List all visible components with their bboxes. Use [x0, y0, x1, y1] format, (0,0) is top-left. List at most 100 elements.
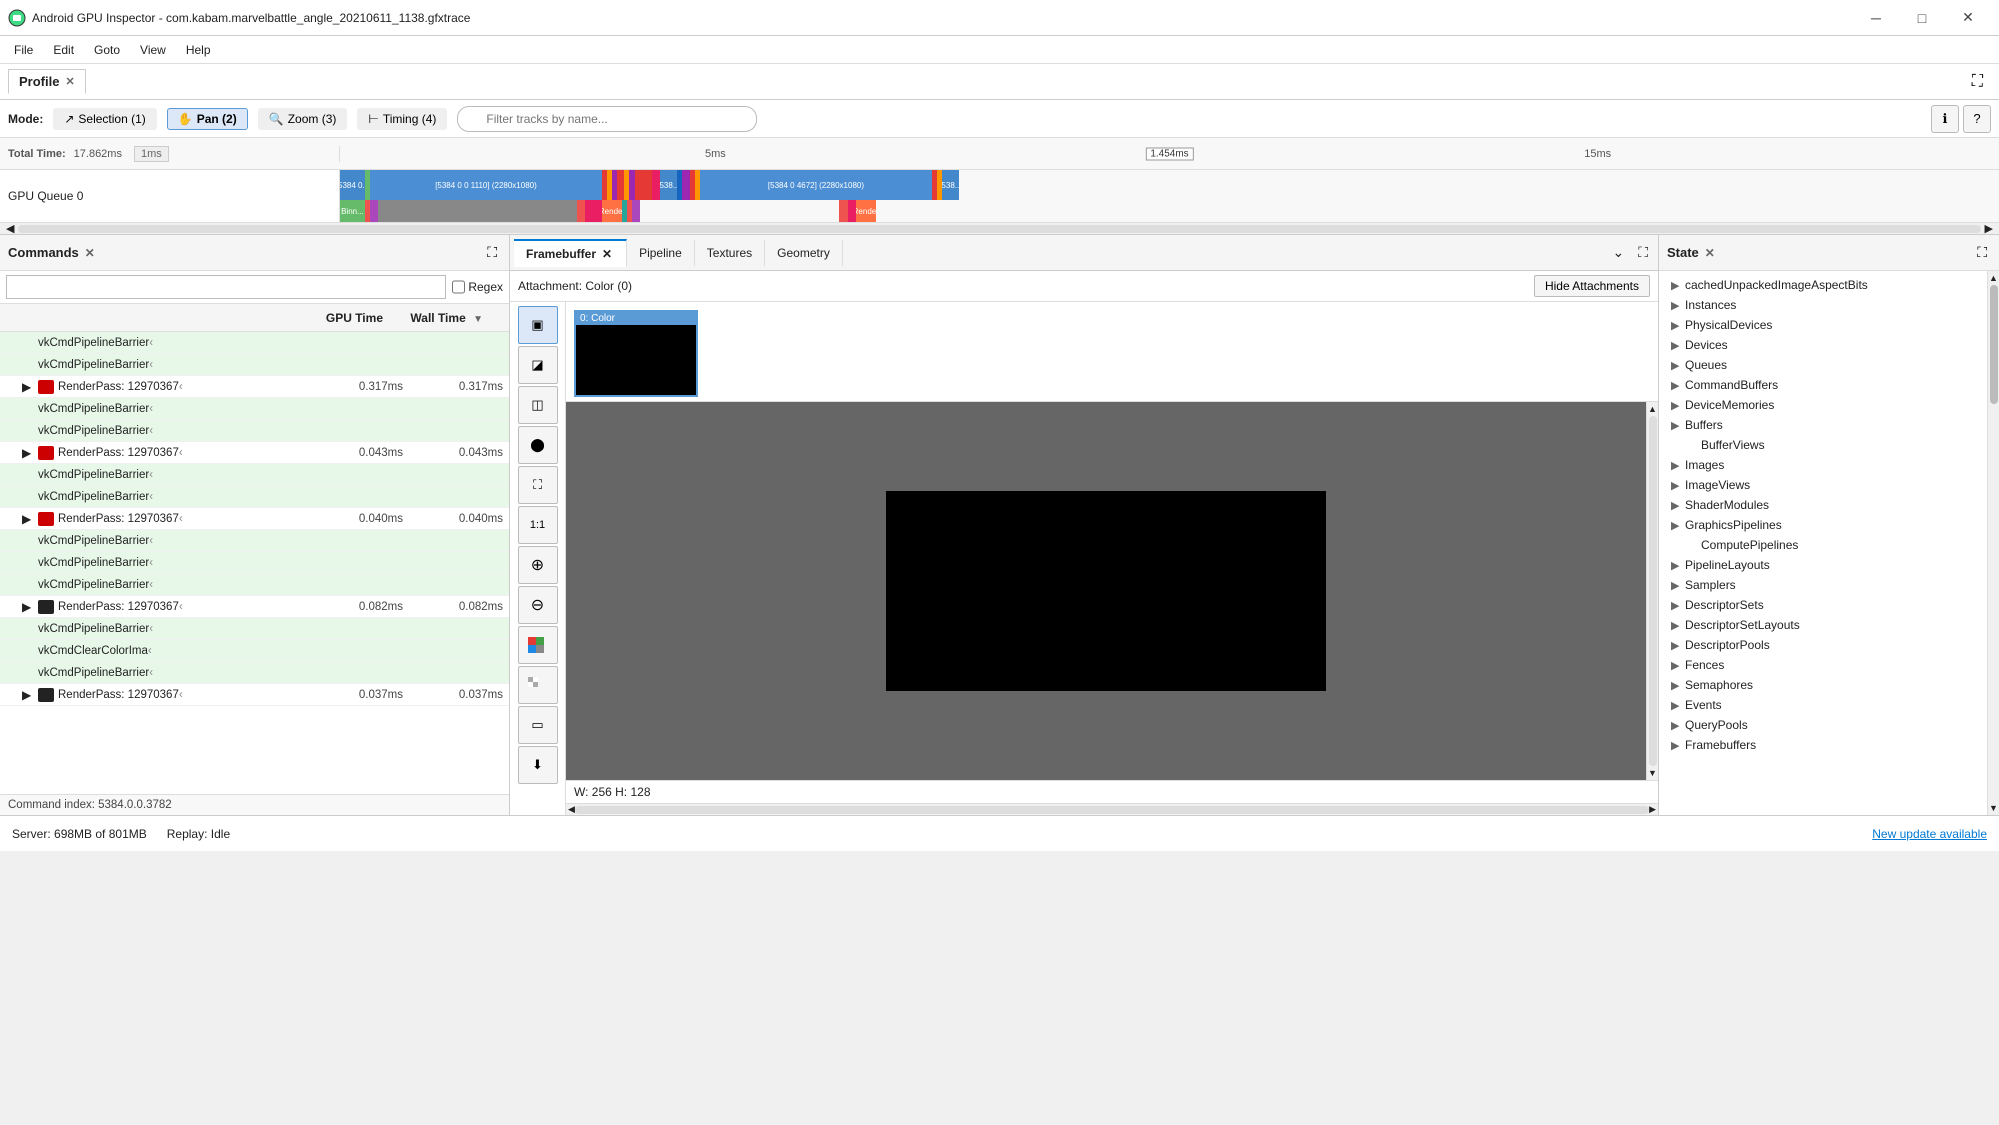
regex-checkbox[interactable]	[452, 275, 465, 299]
hide-attachments-button[interactable]: Hide Attachments	[1534, 275, 1650, 297]
state-item[interactable]: ▶ PhysicalDevices	[1659, 315, 1987, 335]
state-item[interactable]: ▶ DescriptorPools	[1659, 635, 1987, 655]
profile-expand-button[interactable]: ⛶	[1964, 69, 1991, 95]
framebuffer-tab-close[interactable]: ✕	[600, 247, 614, 261]
state-item[interactable]: ▶ CommandBuffers	[1659, 375, 1987, 395]
col-wall-header[interactable]: Wall Time ▼	[383, 311, 503, 325]
state-item[interactable]: ▶ DescriptorSets	[1659, 595, 1987, 615]
state-item[interactable]: ▶ Instances	[1659, 295, 1987, 315]
table-row[interactable]: vkCmdPipelineBarrier‹	[0, 552, 509, 574]
menu-file[interactable]: File	[4, 39, 43, 61]
state-item[interactable]: ▶ Queues	[1659, 355, 1987, 375]
fb-channel-button[interactable]	[518, 626, 558, 664]
fb-circle-button[interactable]: ⬤	[518, 426, 558, 464]
state-item[interactable]: ▶ Framebuffers	[1659, 735, 1987, 755]
state-scroll-down[interactable]: ▼	[1989, 803, 1998, 813]
state-item[interactable]: ▶ PipelineLayouts	[1659, 555, 1987, 575]
state-item[interactable]: ▶ cachedUnpackedImageAspectBits	[1659, 275, 1987, 295]
state-item[interactable]: ▶ DeviceMemories	[1659, 395, 1987, 415]
fb-scroll-up[interactable]: ▲	[1648, 404, 1657, 414]
help-button[interactable]: ?	[1963, 105, 1991, 133]
fb-crop-button[interactable]: ▭	[518, 706, 558, 744]
row-expand-arrow[interactable]: ▶	[22, 512, 38, 526]
pan-mode-button[interactable]: ✋ Pan (2)	[167, 108, 248, 130]
state-item[interactable]: ▶ Samplers	[1659, 575, 1987, 595]
table-row[interactable]: vkCmdPipelineBarrier‹	[0, 420, 509, 442]
color-thumbnail[interactable]: 0: Color	[574, 310, 698, 397]
state-item[interactable]: ComputePipelines	[1659, 535, 1987, 555]
state-scroll-thumb[interactable]	[1990, 285, 1998, 404]
fb-scroll-down[interactable]: ▼	[1648, 768, 1657, 778]
table-row[interactable]: vkCmdPipelineBarrier‹	[0, 398, 509, 420]
textures-tab[interactable]: Textures	[695, 240, 765, 266]
menu-edit[interactable]: Edit	[43, 39, 84, 61]
profile-tab-close[interactable]: ✕	[65, 75, 74, 88]
filter-tracks-input[interactable]	[457, 106, 757, 132]
table-row[interactable]: ▶ RenderPass: 12970367‹ 0.040ms 0.040ms	[0, 508, 509, 530]
close-button[interactable]: ✕	[1945, 0, 1991, 36]
geometry-tab[interactable]: Geometry	[765, 240, 843, 266]
table-row[interactable]: vkCmdPipelineBarrier‹	[0, 354, 509, 376]
state-scrollbar[interactable]: ▲ ▼	[1987, 271, 1999, 815]
state-expand-button[interactable]: ⛶	[1973, 242, 1991, 263]
state-item[interactable]: ▶ QueryPools	[1659, 715, 1987, 735]
pipeline-tab[interactable]: Pipeline	[627, 240, 695, 266]
state-item[interactable]: ▶ GraphicsPipelines	[1659, 515, 1987, 535]
fb-zoom-out-button[interactable]: ⊖	[518, 586, 558, 624]
fb-bottom-scrollbar[interactable]: ◀ ▶	[566, 803, 1658, 815]
table-row[interactable]: vkCmdPipelineBarrier‹	[0, 618, 509, 640]
timing-mode-button[interactable]: ⊢ Timing (4)	[357, 108, 447, 130]
state-item[interactable]: ▶ Events	[1659, 695, 1987, 715]
state-item[interactable]: ▶ Images	[1659, 455, 1987, 475]
info-button[interactable]: ℹ	[1931, 105, 1959, 133]
more-tabs-button[interactable]: ⌄	[1604, 244, 1632, 261]
table-row[interactable]: vkCmdPipelineBarrier‹	[0, 574, 509, 596]
timeline-scrollbar[interactable]: ◀ ▶	[0, 222, 1999, 234]
row-expand-arrow[interactable]: ▶	[22, 380, 38, 394]
commands-search-input[interactable]	[6, 275, 446, 299]
middle-panel-expand-button[interactable]: ⛶	[1632, 244, 1654, 261]
menu-goto[interactable]: Goto	[84, 39, 130, 61]
scroll-left-button[interactable]: ◀	[2, 222, 18, 235]
fb-h-scroll-track[interactable]	[575, 806, 1649, 814]
state-scroll-up[interactable]: ▲	[1989, 273, 1998, 283]
profile-tab[interactable]: Profile ✕	[8, 69, 86, 94]
fb-depth-button[interactable]: ◪	[518, 346, 558, 384]
state-item[interactable]: ▶ ShaderModules	[1659, 495, 1987, 515]
regex-checkbox-label[interactable]: Regex	[452, 275, 503, 299]
state-item[interactable]: ▶ Devices	[1659, 335, 1987, 355]
state-item[interactable]: ▶ Semaphores	[1659, 675, 1987, 695]
table-row[interactable]: vkCmdPipelineBarrier‹	[0, 486, 509, 508]
table-row[interactable]: ▶ RenderPass: 12970367‹ 0.317ms 0.317ms	[0, 376, 509, 398]
scroll-track[interactable]	[18, 225, 1980, 233]
commands-expand-button[interactable]: ⛶	[483, 242, 501, 263]
fb-download-button[interactable]: ⬇	[518, 746, 558, 784]
fb-right-scrollbar[interactable]: ▲ ▼	[1646, 402, 1658, 780]
fb-color-button[interactable]: ▣	[518, 306, 558, 344]
col-gpu-header[interactable]: GPU Time	[263, 311, 383, 325]
commands-close-button[interactable]: ✕	[85, 246, 95, 260]
table-row[interactable]: vkCmdPipelineBarrier‹	[0, 530, 509, 552]
menu-view[interactable]: View	[130, 39, 176, 61]
state-item[interactable]: ▶ Buffers	[1659, 415, 1987, 435]
menu-help[interactable]: Help	[176, 39, 221, 61]
table-row[interactable]: ▶ RenderPass: 12970367‹ 0.043ms 0.043ms	[0, 442, 509, 464]
fb-stencil-button[interactable]: ◫	[518, 386, 558, 424]
table-row[interactable]: vkCmdPipelineBarrier‹	[0, 662, 509, 684]
fb-scroll-thumb[interactable]	[1649, 416, 1657, 766]
row-expand-arrow[interactable]: ▶	[22, 688, 38, 702]
selection-mode-button[interactable]: ↗ Selection (1)	[53, 108, 156, 130]
state-close-button[interactable]: ✕	[1705, 246, 1715, 260]
framebuffer-tab[interactable]: Framebuffer ✕	[514, 239, 627, 267]
table-row[interactable]: ▶ RenderPass: 12970367‹ 0.037ms 0.037ms	[0, 684, 509, 706]
fb-1to1-button[interactable]: 1:1	[518, 506, 558, 544]
fb-zoom-in-button[interactable]: ⊕	[518, 546, 558, 584]
fb-checker-button[interactable]	[518, 666, 558, 704]
zoom-mode-button[interactable]: 🔍 Zoom (3)	[258, 108, 348, 130]
scroll-right-button[interactable]: ▶	[1981, 222, 1997, 235]
state-item[interactable]: ▶ Fences	[1659, 655, 1987, 675]
table-row[interactable]: vkCmdPipelineBarrier‹	[0, 332, 509, 354]
row-expand-arrow[interactable]: ▶	[22, 446, 38, 460]
table-row[interactable]: vkCmdPipelineBarrier‹	[0, 464, 509, 486]
state-item[interactable]: ▶ DescriptorSetLayouts	[1659, 615, 1987, 635]
